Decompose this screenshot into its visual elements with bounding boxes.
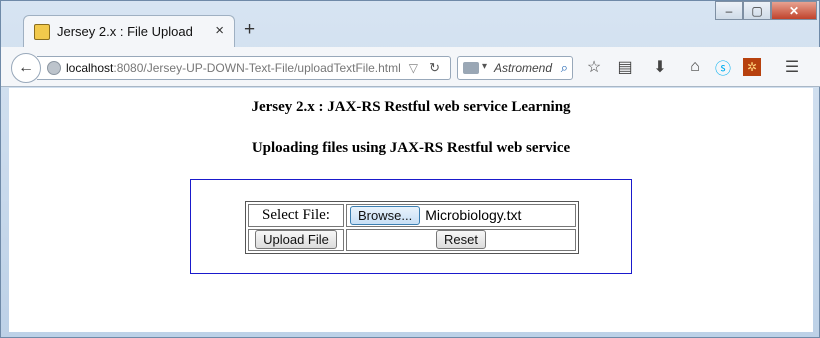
reading-list-icon[interactable]: ▤ — [616, 58, 634, 76]
back-arrow-icon: ← — [18, 59, 34, 76]
skype-icon[interactable]: ⓢ — [714, 58, 732, 78]
reset-cell: Reset — [346, 228, 576, 251]
page-heading-2: Uploading files using JAX-RS Restful web… — [251, 140, 571, 156]
favicon-icon — [34, 24, 50, 40]
tab-file-upload[interactable]: Jersey 2.x : File Upload × — [23, 15, 235, 47]
site-identity-icon[interactable] — [47, 61, 61, 75]
maximize-button[interactable]: ▢ — [743, 1, 771, 20]
select-file-label: Select File: — [248, 204, 344, 227]
search-engine-icon[interactable] — [463, 62, 479, 74]
tab-title: Jersey 2.x : File Upload — [57, 24, 193, 39]
selected-file-name: Microbiology.txt — [425, 206, 522, 223]
search-engine-dropdown-icon[interactable]: ▾ — [482, 61, 487, 72]
url-host: localhost — [66, 61, 114, 75]
addon-icon[interactable]: ✲ — [743, 58, 761, 76]
window-controls: – ▢ ✕ — [715, 1, 817, 21]
browser-window: Jersey 2.x : File Upload × + – ▢ ✕ local… — [0, 0, 820, 338]
url-path: :8080/Jersey-UP-DOWN-Text-File/uploadTex… — [113, 61, 401, 75]
search-bar[interactable]: ▾ Astromend ⌕ — [457, 56, 573, 80]
actions-row: Upload File Reset — [248, 228, 576, 251]
url-text[interactable]: localhost:8080/Jersey-UP-DOWN-Text-File/… — [66, 61, 401, 75]
back-button[interactable]: ← — [11, 53, 41, 83]
nav-toolbar: localhost:8080/Jersey-UP-DOWN-Text-File/… — [1, 47, 820, 87]
file-input-cell: Browse... Microbiology.txt — [346, 204, 576, 227]
bookmark-star-icon[interactable]: ☆ — [585, 58, 603, 76]
url-dropdown-icon[interactable]: ▽ — [409, 61, 418, 75]
menu-icon[interactable]: ☰ — [783, 58, 801, 76]
minimize-button[interactable]: – — [715, 1, 743, 20]
download-icon[interactable]: ⬇ — [651, 58, 669, 76]
address-bar[interactable]: localhost:8080/Jersey-UP-DOWN-Text-File/… — [37, 56, 451, 80]
page-content: Jersey 2.x : JAX-RS Restful web service … — [9, 88, 813, 332]
upload-cell: Upload File — [248, 228, 344, 251]
upload-button[interactable]: Upload File — [255, 230, 337, 250]
new-tab-button[interactable]: + — [244, 20, 255, 39]
reload-icon[interactable]: ↻ — [429, 60, 440, 76]
close-window-button[interactable]: ✕ — [771, 1, 817, 20]
home-icon[interactable]: ⌂ — [686, 58, 704, 76]
reset-button[interactable]: Reset — [436, 230, 486, 250]
upload-form-table: Select File: Browse... Microbiology.txt U… — [245, 201, 579, 254]
search-icon[interactable]: ⌕ — [561, 60, 568, 76]
page-heading-1: Jersey 2.x : JAX-RS Restful web service … — [251, 99, 571, 115]
search-input[interactable]: Astromend — [494, 61, 552, 75]
tab-bar: Jersey 2.x : File Upload × + – ▢ ✕ — [1, 1, 820, 47]
browse-button[interactable]: Browse... — [350, 205, 421, 225]
upload-form-box: Select File: Browse... Microbiology.txt U… — [190, 179, 632, 274]
file-select-row: Select File: Browse... Microbiology.txt — [248, 204, 576, 227]
tab-close-icon[interactable]: × — [215, 22, 224, 39]
